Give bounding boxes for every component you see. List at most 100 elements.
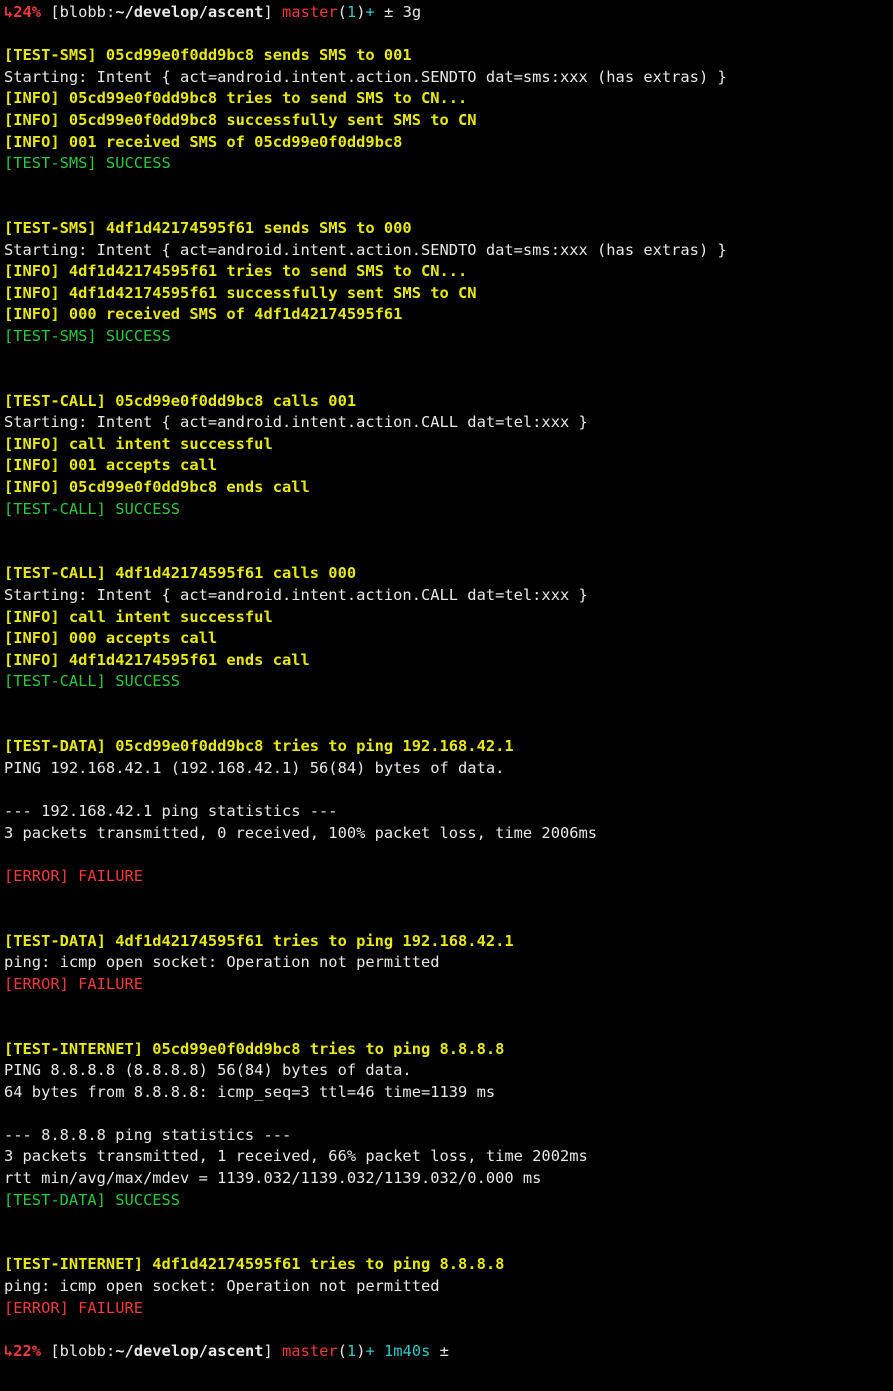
- terminal-text: ± 3g: [375, 3, 421, 21]
- terminal-text: + 1m40s: [365, 1342, 430, 1360]
- terminal-text: [TEST-INTERNET] 05cd99e0f0dd9bc8 tries t…: [4, 1040, 504, 1058]
- terminal-text: ~/develop/ascent: [115, 3, 263, 21]
- terminal-line: [TEST-SMS] 05cd99e0f0dd9bc8 sends SMS to…: [4, 45, 889, 67]
- terminal-line: [INFO] 4df1d42174595f61 successfully sen…: [4, 283, 889, 305]
- terminal-line: 64 bytes from 8.8.8.8: icmp_seq=3 ttl=46…: [4, 1082, 889, 1104]
- terminal-line: [INFO] 001 received SMS of 05cd99e0f0dd9…: [4, 132, 889, 154]
- terminal-text: [TEST-SMS] SUCCESS: [4, 154, 171, 172]
- terminal-line: [INFO] call intent successful: [4, 434, 889, 456]
- terminal-text: [TEST-INTERNET] 4df1d42174595f61 tries t…: [4, 1255, 504, 1273]
- terminal-line: [TEST-INTERNET] 05cd99e0f0dd9bc8 tries t…: [4, 1039, 889, 1061]
- terminal-line: Starting: Intent { act=android.intent.ac…: [4, 240, 889, 262]
- terminal-line: [4, 175, 889, 197]
- terminal-text: ±: [430, 1342, 449, 1360]
- terminal-text: [TEST-SMS] 05cd99e0f0dd9bc8 sends SMS to…: [4, 46, 412, 64]
- terminal-text: [INFO] 05cd99e0f0dd9bc8 successfully sen…: [4, 111, 477, 129]
- terminal-text: [TEST-DATA] SUCCESS: [4, 1191, 180, 1209]
- terminal-line: [INFO] 05cd99e0f0dd9bc8 ends call: [4, 477, 889, 499]
- terminal-line: ↳24% [blobb:~/develop/ascent] master(1)+…: [4, 2, 889, 24]
- terminal-text: [TEST-CALL] SUCCESS: [4, 672, 180, 690]
- terminal-text: [INFO] 4df1d42174595f61 ends call: [4, 651, 310, 669]
- terminal-text: [TEST-CALL] SUCCESS: [4, 500, 180, 518]
- terminal-line: [4, 844, 889, 866]
- terminal-text: [TEST-CALL] 4df1d42174595f61 calls 000: [4, 564, 356, 582]
- terminal-text: ]: [263, 3, 282, 21]
- terminal-text: 3 packets transmitted, 1 received, 66% p…: [4, 1147, 588, 1165]
- terminal-text: 3 packets transmitted, 0 received, 100% …: [4, 824, 597, 842]
- terminal-text: 1: [347, 3, 356, 21]
- terminal-text: (: [338, 1342, 347, 1360]
- terminal-line: [4, 369, 889, 391]
- terminal-text: [INFO] 4df1d42174595f61 tries to send SM…: [4, 262, 467, 280]
- terminal-line: Starting: Intent { act=android.intent.ac…: [4, 585, 889, 607]
- terminal-line: --- 192.168.42.1 ping statistics ---: [4, 801, 889, 823]
- terminal-text: Starting: Intent { act=android.intent.ac…: [4, 413, 588, 431]
- terminal-text: (: [338, 3, 347, 21]
- terminal-text: [TEST-DATA] 4df1d42174595f61 tries to pi…: [4, 932, 514, 950]
- terminal-line: ping: icmp open socket: Operation not pe…: [4, 1276, 889, 1298]
- terminal-text: ping: icmp open socket: Operation not pe…: [4, 1277, 440, 1295]
- terminal-line: ↳22% [blobb:~/develop/ascent] master(1)+…: [4, 1341, 889, 1363]
- terminal-line: PING 192.168.42.1 (192.168.42.1) 56(84) …: [4, 758, 889, 780]
- terminal-text: [INFO] 4df1d42174595f61 successfully sen…: [4, 284, 477, 302]
- terminal-line: [TEST-DATA] 05cd99e0f0dd9bc8 tries to pi…: [4, 736, 889, 758]
- terminal-text: --- 192.168.42.1 ping statistics ---: [4, 802, 338, 820]
- terminal-text: PING 8.8.8.8 (8.8.8.8) 56(84) bytes of d…: [4, 1061, 412, 1079]
- terminal-text: +: [365, 3, 374, 21]
- terminal-line: 3 packets transmitted, 1 received, 66% p…: [4, 1146, 889, 1168]
- terminal-line: [TEST-DATA] 4df1d42174595f61 tries to pi…: [4, 931, 889, 953]
- terminal-text: Starting: Intent { act=android.intent.ac…: [4, 586, 588, 604]
- terminal-line: [TEST-CALL] 4df1d42174595f61 calls 000: [4, 563, 889, 585]
- terminal-text: [INFO] 000 accepts call: [4, 629, 217, 647]
- terminal-text: [INFO] call intent successful: [4, 435, 273, 453]
- terminal-text: Starting: Intent { act=android.intent.ac…: [4, 68, 727, 86]
- terminal-output[interactable]: ↳24% [blobb:~/develop/ascent] master(1)+…: [0, 0, 893, 1364]
- terminal-line: [TEST-CALL] 05cd99e0f0dd9bc8 calls 001: [4, 391, 889, 413]
- terminal-line: [TEST-INTERNET] 4df1d42174595f61 tries t…: [4, 1254, 889, 1276]
- terminal-line: Starting: Intent { act=android.intent.ac…: [4, 412, 889, 434]
- terminal-text: [INFO] 001 received SMS of 05cd99e0f0dd9…: [4, 133, 402, 151]
- terminal-line: [4, 779, 889, 801]
- terminal-text: [ERROR] FAILURE: [4, 1299, 143, 1317]
- terminal-line: [4, 1233, 889, 1255]
- terminal-line: [4, 520, 889, 542]
- terminal-text: PING 192.168.42.1 (192.168.42.1) 56(84) …: [4, 759, 504, 777]
- terminal-line: rtt min/avg/max/mdev = 1139.032/1139.032…: [4, 1168, 889, 1190]
- terminal-line: PING 8.8.8.8 (8.8.8.8) 56(84) bytes of d…: [4, 1060, 889, 1082]
- terminal-text: [blobb:: [41, 3, 115, 21]
- terminal-line: [4, 1319, 889, 1341]
- terminal-text: 64 bytes from 8.8.8.8: icmp_seq=3 ttl=46…: [4, 1083, 495, 1101]
- terminal-line: [4, 196, 889, 218]
- terminal-text: [blobb:: [41, 1342, 115, 1360]
- terminal-line: [ERROR] FAILURE: [4, 974, 889, 996]
- terminal-line: [4, 542, 889, 564]
- terminal-line: [TEST-CALL] SUCCESS: [4, 499, 889, 521]
- terminal-line: [INFO] 4df1d42174595f61 ends call: [4, 650, 889, 672]
- terminal-text: master: [282, 1342, 338, 1360]
- terminal-line: [4, 995, 889, 1017]
- terminal-text: --- 8.8.8.8 ping statistics ---: [4, 1126, 291, 1144]
- terminal-text: ↳24%: [4, 3, 41, 21]
- terminal-text: [TEST-SMS] 4df1d42174595f61 sends SMS to…: [4, 219, 412, 237]
- terminal-text: ↳22%: [4, 1342, 41, 1360]
- terminal-line: [TEST-DATA] SUCCESS: [4, 1190, 889, 1212]
- terminal-line: [4, 887, 889, 909]
- terminal-line: [ERROR] FAILURE: [4, 866, 889, 888]
- terminal-text: [TEST-SMS] SUCCESS: [4, 327, 171, 345]
- terminal-line: [INFO] 000 accepts call: [4, 628, 889, 650]
- terminal-text: [TEST-CALL] 05cd99e0f0dd9bc8 calls 001: [4, 392, 356, 410]
- terminal-text: [TEST-DATA] 05cd99e0f0dd9bc8 tries to pi…: [4, 737, 514, 755]
- terminal-line: [INFO] 05cd99e0f0dd9bc8 tries to send SM…: [4, 88, 889, 110]
- terminal-line: [4, 1211, 889, 1233]
- terminal-text: [INFO] 05cd99e0f0dd9bc8 tries to send SM…: [4, 89, 467, 107]
- terminal-text: [INFO] 000 received SMS of 4df1d42174595…: [4, 305, 402, 323]
- terminal-line: [INFO] 000 received SMS of 4df1d42174595…: [4, 304, 889, 326]
- terminal-line: [ERROR] FAILURE: [4, 1298, 889, 1320]
- terminal-line: [INFO] call intent successful: [4, 607, 889, 629]
- terminal-line: [4, 715, 889, 737]
- terminal-text: 1: [347, 1342, 356, 1360]
- terminal-text: [ERROR] FAILURE: [4, 867, 143, 885]
- terminal-line: [TEST-CALL] SUCCESS: [4, 671, 889, 693]
- terminal-text: [ERROR] FAILURE: [4, 975, 143, 993]
- terminal-line: --- 8.8.8.8 ping statistics ---: [4, 1125, 889, 1147]
